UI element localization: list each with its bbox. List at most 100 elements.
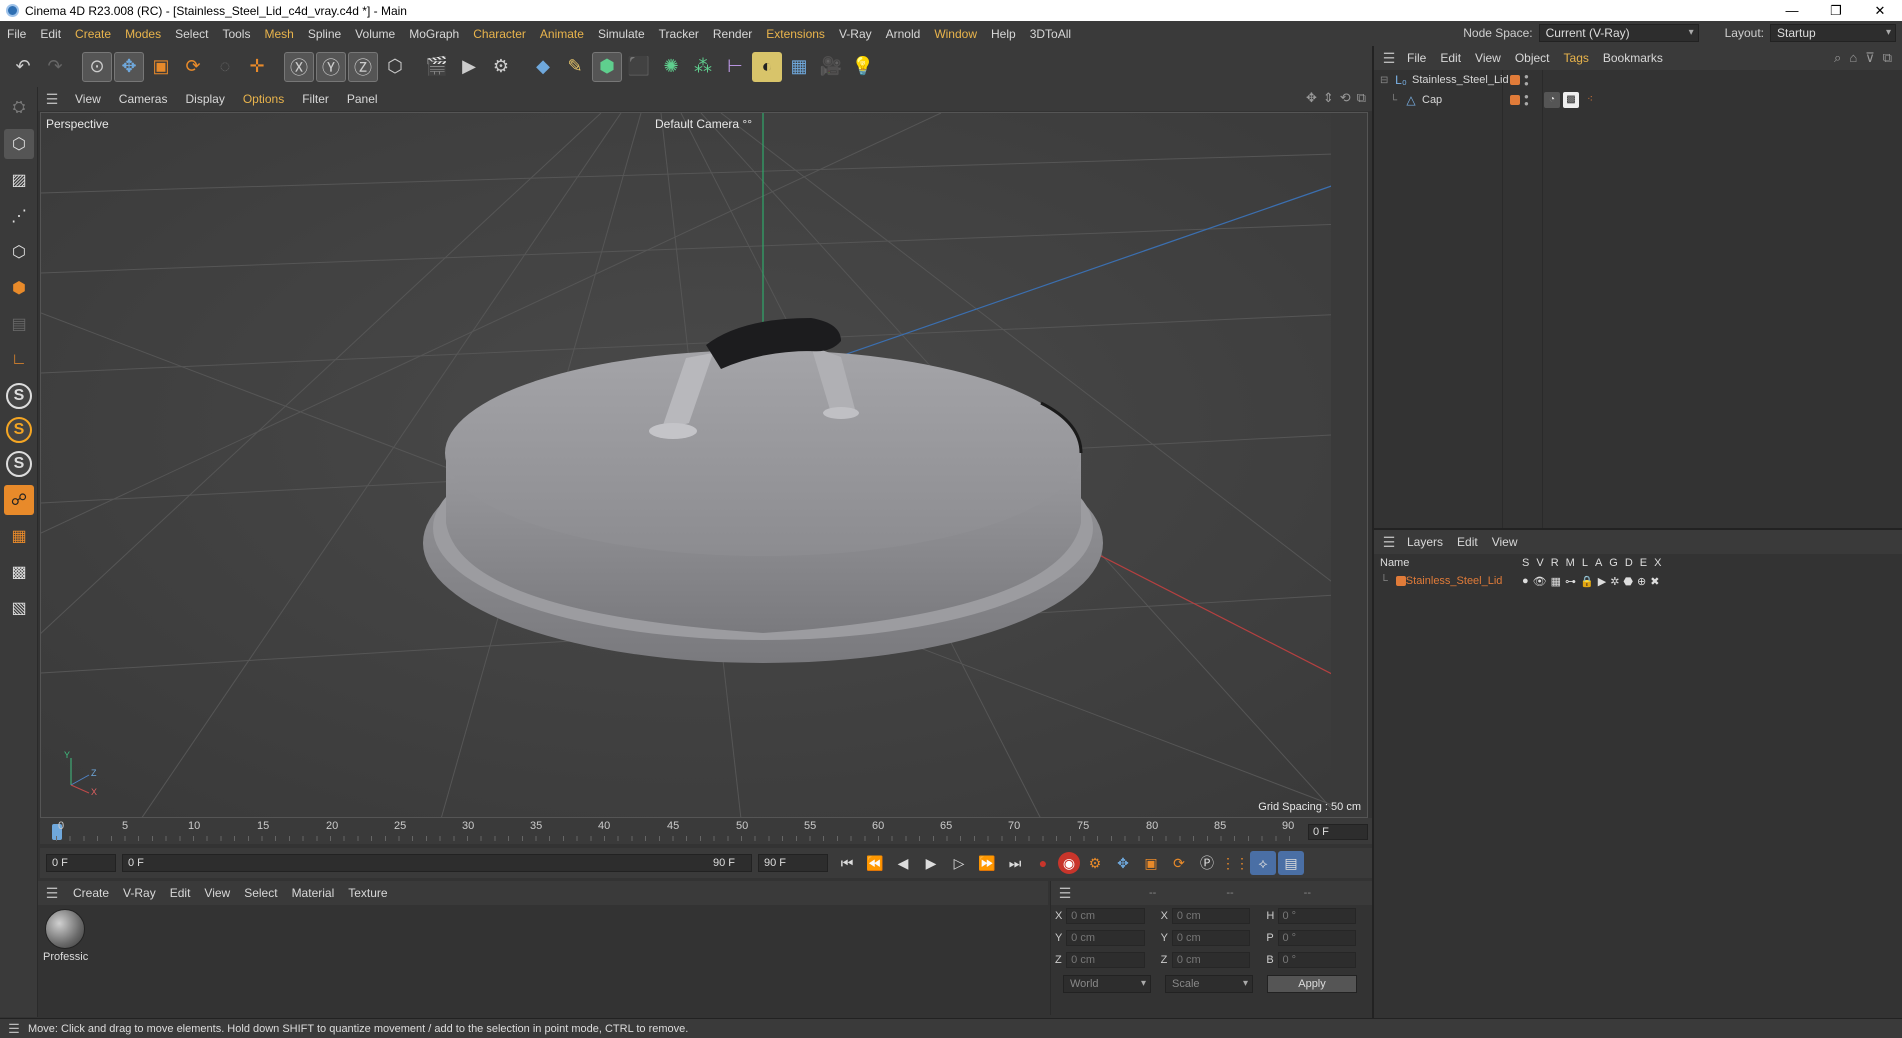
- layer-col-solo[interactable]: S: [1522, 557, 1529, 569]
- menu-tools[interactable]: Tools: [215, 27, 257, 41]
- layer-col-deformers[interactable]: D: [1625, 557, 1633, 569]
- undo-icon[interactable]: ↶: [8, 52, 38, 82]
- material-tag-icon[interactable]: ▩: [1563, 92, 1579, 108]
- uv-mode-icon[interactable]: ▤: [4, 309, 34, 339]
- lm-menu-layers[interactable]: Layers: [1400, 535, 1450, 549]
- layer-col-generators[interactable]: G: [1609, 557, 1618, 569]
- menu-window[interactable]: Window: [927, 27, 984, 41]
- previous-frame-icon[interactable]: ◀: [890, 851, 916, 875]
- menu-mesh[interactable]: Mesh: [257, 27, 300, 41]
- scale-dropdown[interactable]: Scale: [1165, 975, 1253, 993]
- snap-settings-icon[interactable]: S: [6, 417, 32, 443]
- position-x-field[interactable]: 0 cm: [1066, 908, 1145, 924]
- maximize-view-icon[interactable]: ⧉: [1357, 90, 1366, 106]
- live-selection-icon[interactable]: ⊙: [82, 51, 112, 82]
- menu-simulate[interactable]: Simulate: [591, 27, 652, 41]
- coordinates-hamburger-icon[interactable]: ☰: [1051, 885, 1079, 902]
- animation-toggle-icon[interactable]: ▶: [1598, 575, 1606, 588]
- viewport-hamburger-icon[interactable]: ☰: [38, 91, 66, 108]
- viewport-menu-panel[interactable]: Panel: [338, 92, 387, 106]
- autokey-icon[interactable]: ◉: [1058, 852, 1080, 874]
- locked-workplane-icon[interactable]: ▩: [4, 557, 34, 587]
- mograph-cloner-icon[interactable]: ✺: [656, 52, 686, 82]
- viewport-menu-view[interactable]: View: [66, 92, 110, 106]
- pan-view-icon[interactable]: ✥: [1306, 90, 1317, 106]
- layer-col-manager[interactable]: M: [1566, 557, 1575, 569]
- rotation-key-icon[interactable]: ⟳: [1166, 851, 1192, 875]
- menu-3dtoall[interactable]: 3DToAll: [1023, 27, 1078, 41]
- rotation-h-field[interactable]: 0 °: [1277, 908, 1357, 924]
- model-mode-icon[interactable]: ⬡: [4, 129, 34, 159]
- default-camera-label[interactable]: Default Camera °°: [655, 117, 752, 131]
- material-menu-texture[interactable]: Texture: [341, 886, 394, 900]
- layer-color-icon[interactable]: [1510, 75, 1520, 85]
- object-row[interactable]: └ △ Cap ● ● ◔ ▩ ⁖: [1374, 90, 1902, 110]
- size-x-field[interactable]: 0 cm: [1171, 908, 1251, 924]
- layer-col-expressions[interactable]: E: [1640, 557, 1647, 569]
- menu-tracker[interactable]: Tracker: [652, 27, 706, 41]
- go-to-end-icon[interactable]: ⏭: [1002, 851, 1028, 875]
- parameter-key-icon[interactable]: Ⓟ: [1194, 851, 1220, 875]
- xref-toggle-icon[interactable]: ✖: [1650, 575, 1659, 588]
- make-editable-icon[interactable]: ⛭: [4, 93, 34, 123]
- axis-mode-icon[interactable]: ∟: [4, 345, 34, 375]
- menu-mograph[interactable]: MoGraph: [402, 27, 466, 41]
- expressions-toggle-icon[interactable]: ⊕: [1637, 575, 1646, 588]
- layer-col-xref[interactable]: X: [1654, 557, 1661, 569]
- rotate-tool-icon[interactable]: ⟳: [178, 52, 208, 82]
- material-menu-create[interactable]: Create: [66, 886, 116, 900]
- rotation-p-field[interactable]: 0 °: [1277, 930, 1357, 946]
- position-key-icon[interactable]: ✥: [1110, 851, 1136, 875]
- subdivision-icon[interactable]: ⬢: [592, 51, 622, 82]
- layer-col-view[interactable]: V: [1536, 557, 1543, 569]
- layer-manager-hamburger-icon[interactable]: ☰: [1378, 534, 1400, 551]
- menu-character[interactable]: Character: [466, 27, 533, 41]
- redo-icon[interactable]: ↷: [40, 52, 70, 82]
- menu-render[interactable]: Render: [706, 27, 759, 41]
- layer-col-locked[interactable]: L: [1582, 557, 1588, 569]
- menu-vray[interactable]: V-Ray: [832, 27, 879, 41]
- viewport-menu-filter[interactable]: Filter: [293, 92, 338, 106]
- keyframe-selection-icon[interactable]: ⚙: [1082, 851, 1108, 875]
- mograph-fracture-icon[interactable]: ⁂: [688, 52, 718, 82]
- go-to-start-icon[interactable]: ⏮: [834, 851, 860, 875]
- viewport-menu-cameras[interactable]: Cameras: [110, 92, 177, 106]
- position-z-field[interactable]: 0 cm: [1066, 952, 1145, 968]
- x-axis-lock-icon[interactable]: Ⓧ: [284, 51, 314, 82]
- material-menu-select[interactable]: Select: [237, 886, 284, 900]
- field-icon[interactable]: ◐: [752, 51, 782, 82]
- render-toggle-icon[interactable]: ▦: [1551, 575, 1561, 588]
- timeline-editor-icon[interactable]: ▤: [1278, 851, 1304, 875]
- world-dropdown[interactable]: World: [1063, 975, 1151, 993]
- timeline-motion-icon[interactable]: ⟡: [1250, 851, 1276, 875]
- rotation-b-field[interactable]: 0 °: [1277, 952, 1357, 968]
- menu-arnold[interactable]: Arnold: [879, 27, 928, 41]
- timeline-ruler[interactable]: 0 5 10 15 20 25 30 35 40 45 50 55 60 65 …: [40, 818, 1372, 844]
- maximize-button[interactable]: ❐: [1814, 0, 1858, 21]
- coordinate-system-icon[interactable]: ⬡: [380, 52, 410, 82]
- generators-toggle-icon[interactable]: ✲: [1610, 575, 1619, 588]
- om-menu-view[interactable]: View: [1468, 51, 1508, 65]
- transform-tool-icon[interactable]: ◌: [210, 52, 240, 82]
- camera-icon[interactable]: 🎥: [816, 52, 846, 82]
- size-y-field[interactable]: 0 cm: [1171, 930, 1251, 946]
- menu-modes[interactable]: Modes: [118, 27, 168, 41]
- object-manager-hamburger-icon[interactable]: ☰: [1378, 50, 1400, 67]
- workplane-icon[interactable]: ▦: [4, 521, 34, 551]
- end-frame-field[interactable]: 90 F: [758, 854, 828, 872]
- scale-tool-icon[interactable]: ▣: [146, 52, 176, 82]
- viewport-menu-options[interactable]: Options: [234, 92, 293, 106]
- view-toggle-icon[interactable]: 👁: [1533, 575, 1547, 588]
- om-menu-object[interactable]: Object: [1508, 51, 1557, 65]
- size-z-field[interactable]: 0 cm: [1171, 952, 1251, 968]
- new-window-icon[interactable]: ⧉: [1883, 50, 1892, 66]
- perspective-viewport[interactable]: Perspective Default Camera °° Y Z X Grid…: [40, 112, 1368, 818]
- lm-menu-view[interactable]: View: [1485, 535, 1525, 549]
- menu-extensions[interactable]: Extensions: [759, 27, 832, 41]
- edges-mode-icon[interactable]: ⬡: [4, 237, 34, 267]
- om-menu-tags[interactable]: Tags: [1557, 51, 1596, 65]
- render-region-icon[interactable]: 🎬: [422, 52, 452, 82]
- move-axis-icon[interactable]: ✛: [242, 52, 272, 82]
- home-icon[interactable]: ⌂: [1849, 50, 1857, 66]
- node-space-dropdown[interactable]: Current (V-Ray): [1538, 24, 1699, 42]
